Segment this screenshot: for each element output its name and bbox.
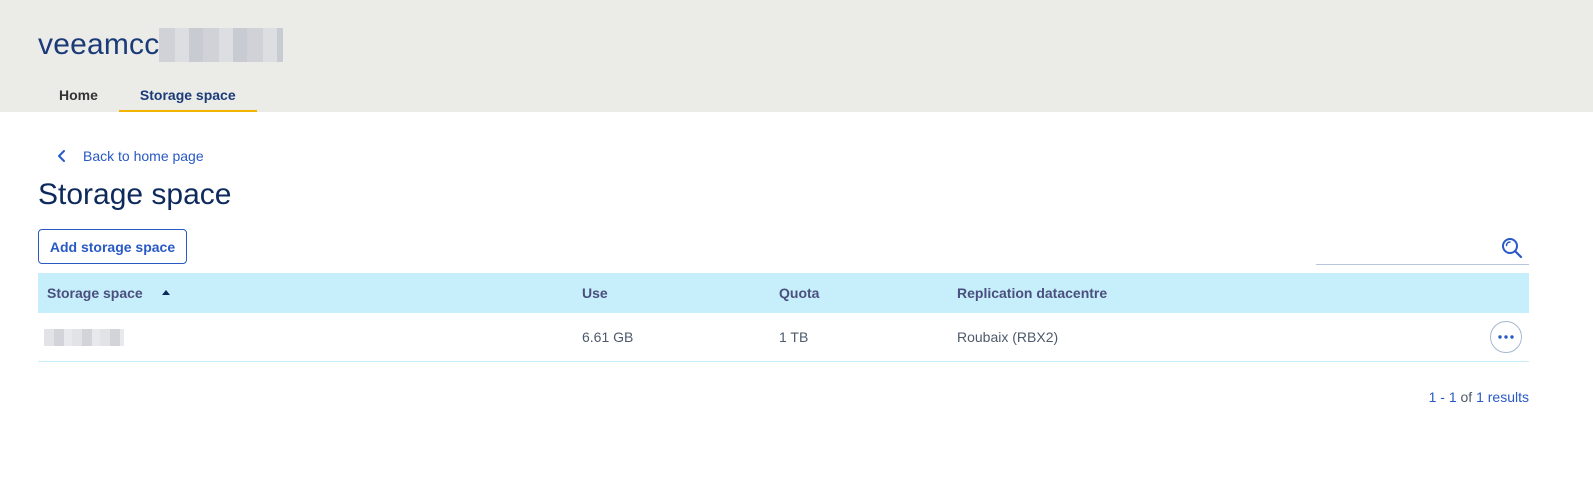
cell-quota: 1 TB — [779, 329, 809, 345]
row-actions-button[interactable] — [1490, 321, 1522, 353]
more-horizontal-icon — [1498, 335, 1514, 339]
header: veeamcc Home Storage space — [0, 0, 1593, 112]
column-header-quota: Quota — [779, 285, 820, 301]
sort-ascending-icon[interactable] — [161, 288, 171, 298]
column-label-storage-space: Storage space — [47, 285, 143, 301]
storage-table: Storage space Use Quota Replication data… — [38, 273, 1529, 362]
search-icon[interactable] — [1501, 237, 1523, 259]
pagination-range: 1 - 1 — [1428, 389, 1457, 405]
app-title-text: veeamcc — [38, 28, 160, 61]
column-header-use: Use — [582, 285, 608, 301]
back-to-home-link[interactable]: Back to home page — [55, 148, 204, 164]
pagination-summary: 1 - 1 of 1 results — [1429, 389, 1529, 405]
column-header-replication-datacentre: Replication datacentre — [957, 285, 1108, 301]
cell-actions — [1469, 321, 1529, 353]
cell-storage-space-name — [38, 328, 573, 346]
table-header: Storage space Use Quota Replication data… — [38, 273, 1529, 313]
search-input[interactable] — [1316, 230, 1496, 264]
add-storage-space-button[interactable]: Add storage space — [38, 229, 187, 264]
app-title: veeamcc — [38, 28, 284, 62]
redacted-storage-name — [44, 328, 124, 346]
chevron-left-icon — [58, 150, 65, 162]
back-link-label: Back to home page — [83, 148, 204, 164]
table-row: 6.61 GB 1 TB Roubaix (RBX2) — [38, 313, 1529, 362]
pagination-of: of — [1460, 389, 1473, 405]
column-header-storage-space[interactable]: Storage space — [38, 285, 573, 301]
search-box — [1316, 230, 1529, 265]
cell-replication-datacentre: Roubaix (RBX2) — [957, 329, 1059, 345]
tab-bar: Home Storage space — [38, 80, 257, 112]
cell-use: 6.61 GB — [582, 329, 634, 345]
redacted-title-suffix — [159, 28, 284, 62]
pagination-total: 1 — [1476, 389, 1484, 405]
pagination-results: results — [1487, 389, 1529, 405]
page-title: Storage space — [38, 178, 232, 211]
tab-home[interactable]: Home — [38, 80, 119, 112]
tab-storage-space[interactable]: Storage space — [118, 80, 257, 112]
